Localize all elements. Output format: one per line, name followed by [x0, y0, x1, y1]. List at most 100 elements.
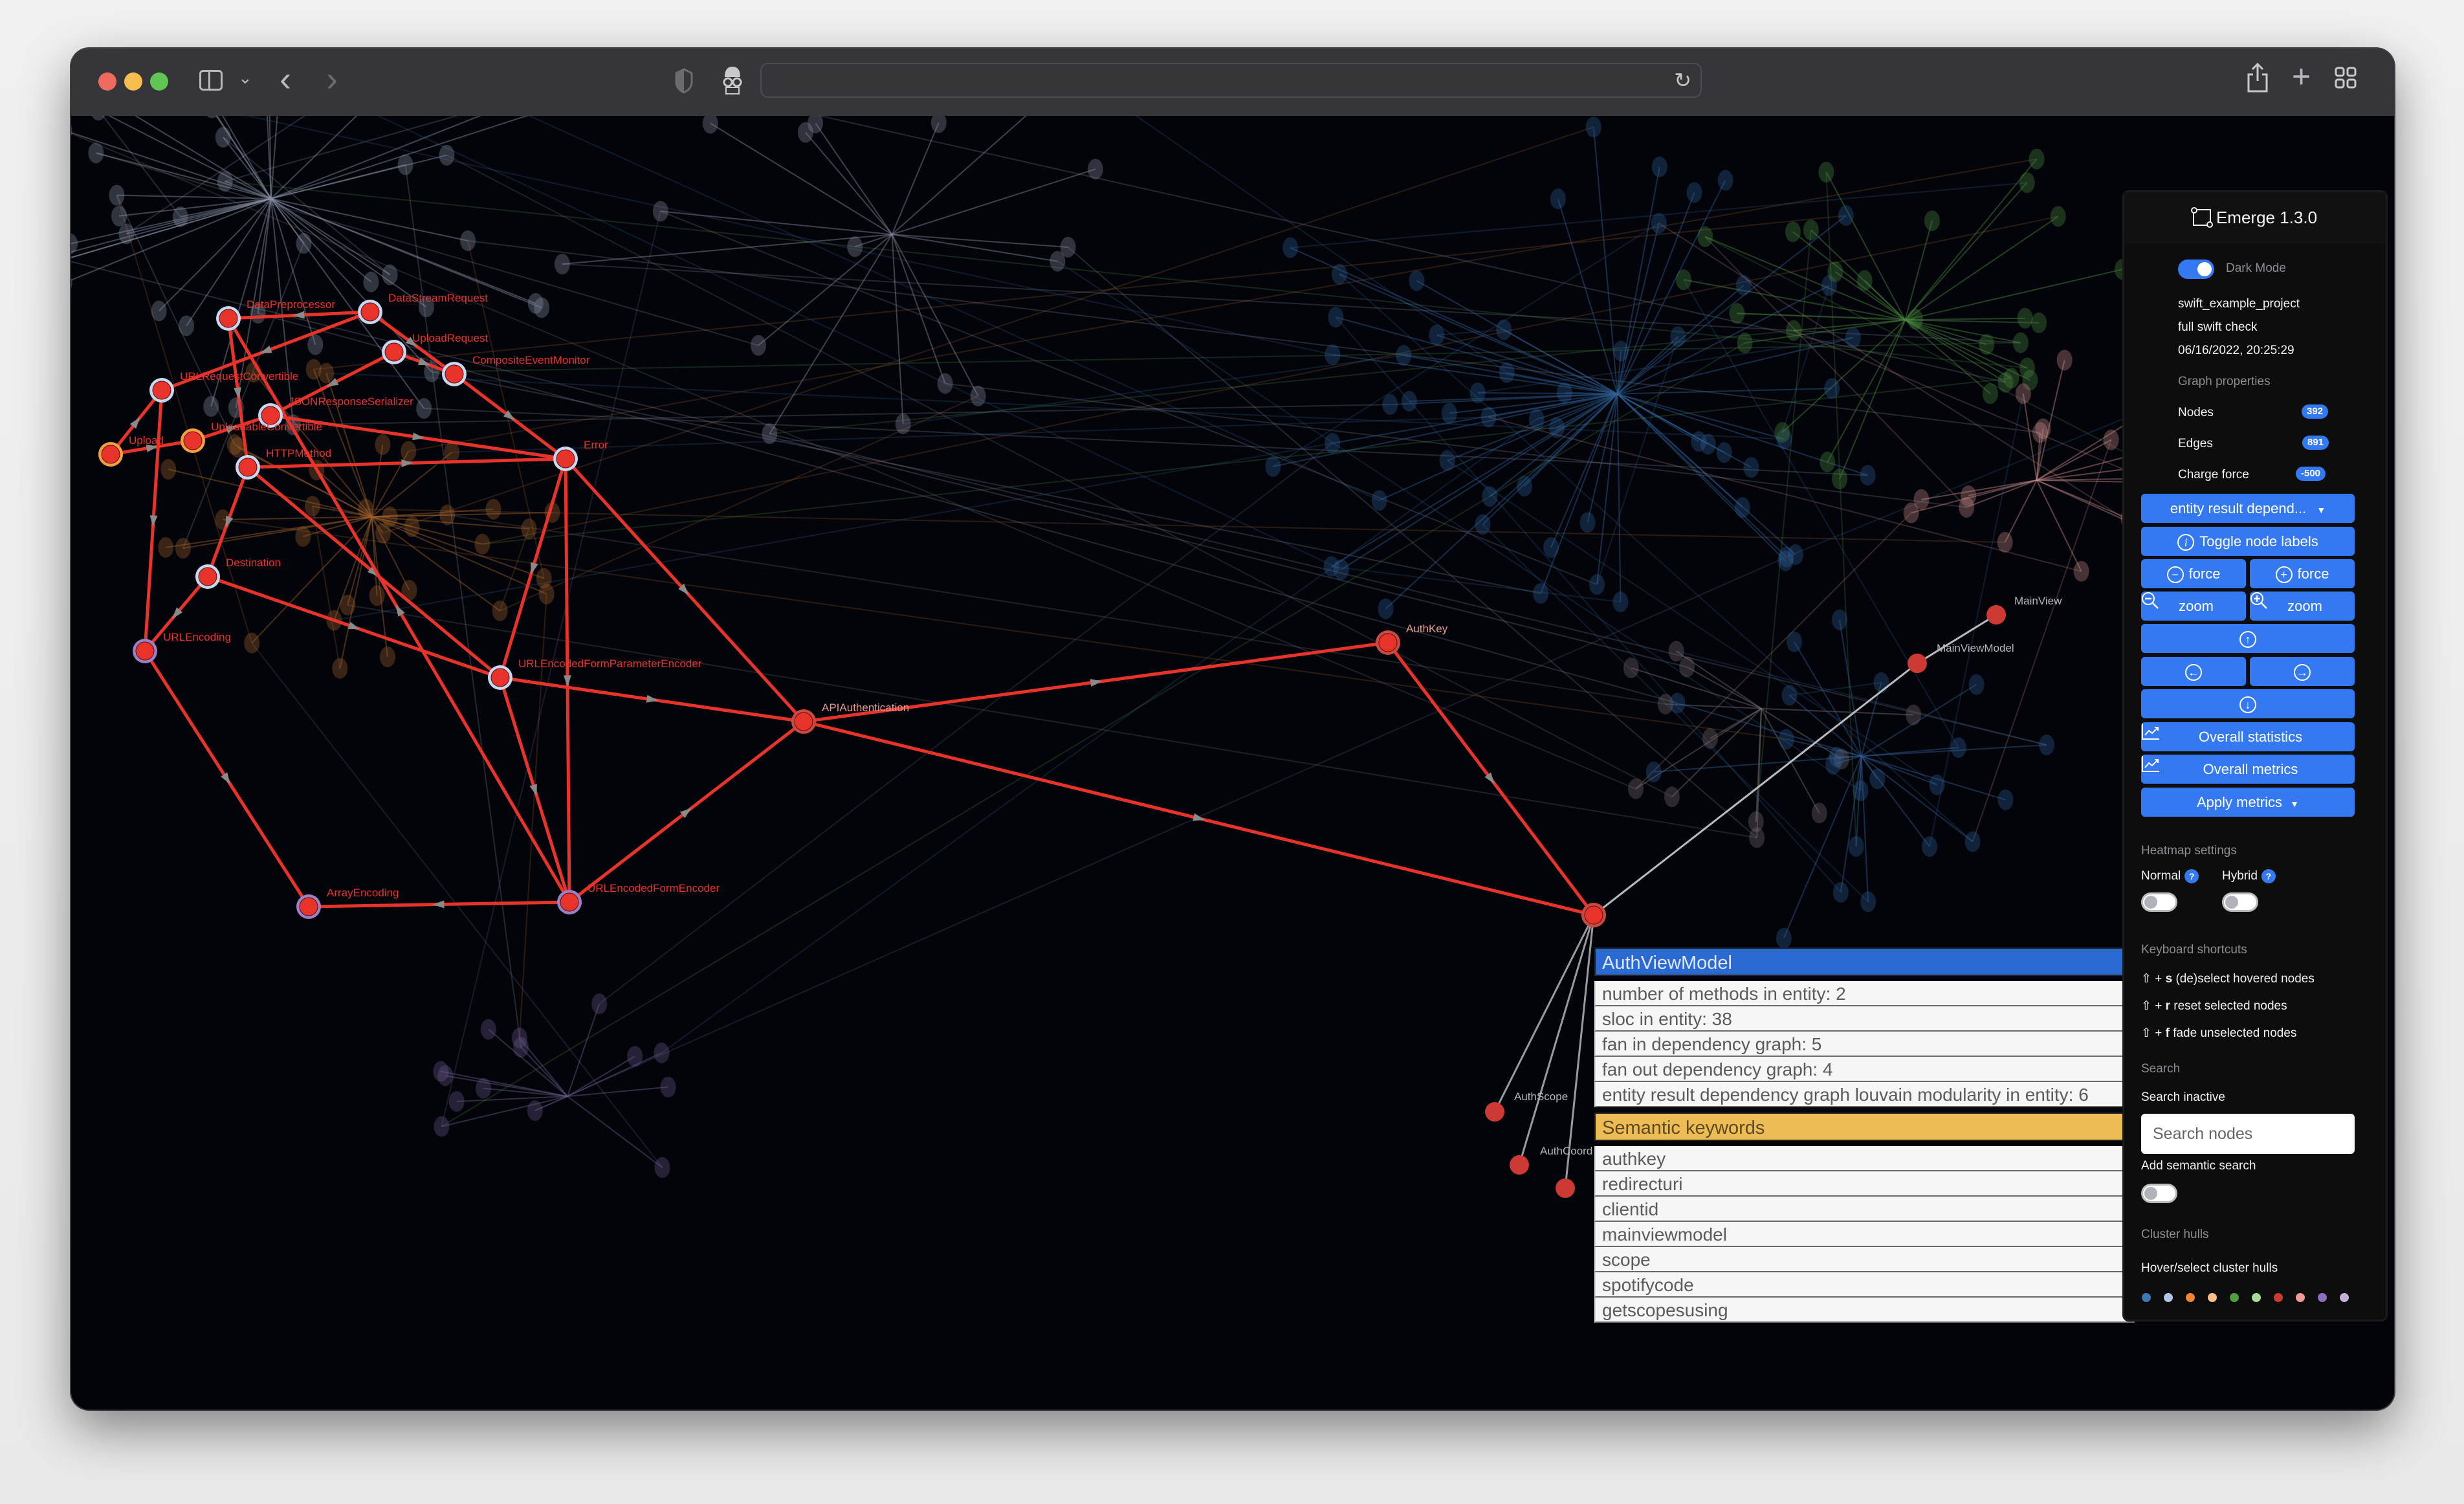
graph-node[interactable] [1853, 780, 1869, 801]
graph-node[interactable] [2017, 307, 2033, 329]
graph-node[interactable] [1623, 658, 1639, 679]
graph-node[interactable] [1549, 417, 1565, 438]
graph-node[interactable] [340, 594, 356, 615]
minimize-window-button[interactable] [124, 72, 142, 91]
graph-node[interactable] [433, 1061, 449, 1082]
graph-node[interactable] [1482, 486, 1498, 507]
graph-node[interactable] [1832, 469, 1848, 490]
graph-node[interactable] [1325, 432, 1341, 454]
forward-arrow-icon[interactable]: › [326, 59, 338, 99]
graph-node[interactable] [591, 993, 608, 1015]
graph-node-upload-request[interactable] [382, 340, 406, 364]
graph-node[interactable] [1979, 334, 1995, 355]
graph-node[interactable] [1848, 835, 1864, 857]
graph-node[interactable] [474, 533, 490, 555]
graph-node[interactable] [1959, 496, 1975, 518]
cluster-hull-dot[interactable] [2185, 1292, 2195, 1303]
graph-node[interactable] [2012, 332, 2029, 353]
graph-node[interactable] [2019, 172, 2035, 194]
graph-node[interactable] [1628, 778, 1644, 799]
pan-up-button[interactable]: ↑ [2141, 624, 2355, 653]
graph-node-w[interactable] [1556, 1178, 1575, 1198]
cluster-hull-dot[interactable] [2141, 1292, 2151, 1303]
pan-down-button[interactable]: ↓ [2141, 689, 2355, 718]
graph-node[interactable] [1613, 340, 1629, 362]
graph-node[interactable] [439, 144, 455, 166]
graph-node[interactable] [1774, 422, 1790, 443]
graph-node-uploadable-convertible[interactable] [181, 428, 205, 453]
graph-node[interactable] [930, 116, 947, 133]
graph-node[interactable] [1869, 768, 1886, 790]
semantic-search-toggle[interactable] [2141, 1184, 2177, 1203]
graph-node[interactable] [1378, 598, 1394, 619]
back-arrow-icon[interactable]: ‹ [280, 59, 291, 99]
cluster-hull-dot[interactable] [2295, 1292, 2305, 1303]
cluster-hull-dot[interactable] [2207, 1292, 2217, 1303]
search-nodes-input[interactable] [2141, 1114, 2355, 1154]
graph-node[interactable] [375, 434, 391, 455]
graph-node[interactable] [554, 254, 570, 275]
graph-node[interactable] [2039, 735, 2055, 756]
graph-node[interactable] [111, 205, 127, 227]
graph-node[interactable] [296, 233, 312, 254]
graph-node[interactable] [1716, 442, 1732, 463]
graph-node[interactable] [1964, 831, 1981, 852]
graph-node[interactable] [485, 498, 501, 520]
graph-node-urlencoded-form-encoder[interactable] [557, 890, 582, 914]
graph-node[interactable] [1556, 382, 1572, 403]
graph-node[interactable] [1829, 746, 1845, 768]
graph-node[interactable] [1664, 786, 1680, 808]
graph-node[interactable] [1781, 685, 1798, 706]
graph-node-urlencoded-form-parameter-encoder[interactable] [488, 665, 512, 690]
graph-node[interactable] [1579, 512, 1596, 533]
graph-node[interactable] [1824, 378, 1840, 399]
decrease-force-button[interactable]: − force [2141, 559, 2246, 588]
graph-node[interactable] [1429, 324, 1445, 346]
graph-node[interactable] [401, 441, 417, 462]
graph-node[interactable] [1717, 170, 1733, 191]
graph-node[interactable] [1743, 457, 1759, 478]
graph-node[interactable] [1734, 497, 1750, 518]
reload-icon[interactable]: ↻ [1674, 68, 1691, 93]
graph-node[interactable] [307, 334, 324, 355]
graph-node[interactable] [895, 413, 911, 434]
graph-node[interactable] [1475, 514, 1491, 535]
graph-node[interactable] [1469, 382, 1486, 403]
graph-node-data-preprocessor[interactable] [216, 306, 241, 331]
graph-node[interactable] [1778, 729, 1794, 750]
graph-select-dropdown[interactable]: entity result depend... ▼ [2141, 494, 2355, 523]
graph-node[interactable] [304, 496, 320, 517]
graph-node[interactable] [652, 201, 668, 222]
graph-node[interactable] [1382, 394, 1398, 415]
cluster-hull-dot[interactable] [2317, 1292, 2327, 1303]
graph-node[interactable] [1265, 456, 1281, 477]
graph-node[interactable] [1528, 408, 1545, 430]
graph-node[interactable] [1997, 789, 2014, 810]
graph-node-mainviewmodel[interactable] [1908, 654, 1927, 673]
graph-node[interactable] [369, 585, 385, 606]
graph-node[interactable] [217, 171, 233, 192]
cluster-hull-dot[interactable] [2163, 1292, 2173, 1303]
graph-node[interactable] [1924, 210, 1940, 232]
graph-node[interactable] [2073, 560, 2089, 582]
graph-node[interactable] [1818, 161, 1834, 182]
graph-node[interactable] [1748, 811, 1764, 832]
graph-node-httpmethod[interactable] [236, 455, 260, 480]
graph-node[interactable] [109, 184, 125, 206]
graph-node[interactable] [1786, 631, 1802, 652]
graph-node[interactable] [1811, 802, 1827, 824]
graph-node-mainview[interactable] [1986, 605, 2006, 625]
graph-node[interactable] [1831, 609, 1847, 630]
graph-node[interactable] [702, 116, 718, 134]
graph-node[interactable] [1401, 391, 1417, 412]
graph-node[interactable] [1496, 319, 1512, 340]
graph-node[interactable] [404, 516, 420, 537]
graph-node[interactable] [160, 459, 177, 480]
graph-node[interactable] [1585, 116, 1601, 138]
graph-node[interactable] [439, 504, 456, 525]
graph-node-error[interactable] [553, 447, 578, 471]
close-window-button[interactable] [98, 72, 116, 91]
graph-node[interactable] [534, 297, 550, 318]
graph-node[interactable] [1499, 362, 1515, 383]
share-icon[interactable] [2247, 62, 2269, 96]
